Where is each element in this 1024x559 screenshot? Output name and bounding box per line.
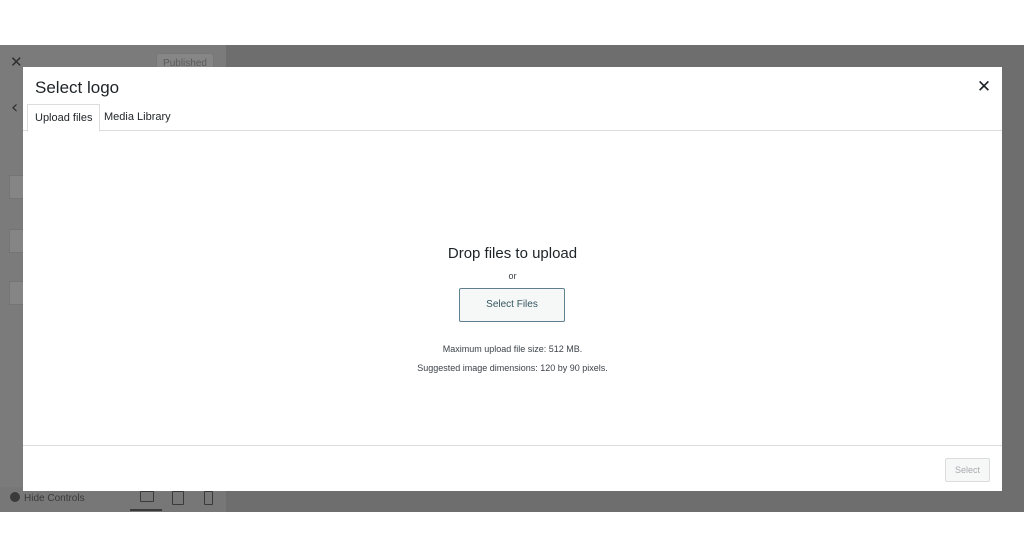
hide-controls-label: Hide Controls [24,493,85,504]
close-icon[interactable]: ✕ [974,77,994,97]
customizer-close-icon: ✕ [10,53,23,71]
max-upload-size-text: Maximum upload file size: 512 MB. [442,344,583,354]
mobile-preview-icon [204,491,213,505]
desktop-preview-icon [140,491,154,502]
modal-footer: Select [23,445,1002,492]
or-separator: or [508,271,517,281]
hide-controls-toggle: Hide Controls [10,492,85,504]
select-logo-modal: Select logo ✕ Upload files Media Library… [23,67,1002,491]
collapse-icon [10,492,20,502]
suggested-dimensions-text: Suggested image dimensions: 120 by 90 pi… [417,363,608,373]
drop-files-heading: Drop files to upload [447,245,578,262]
active-device-indicator [130,509,162,511]
back-chevron-icon: ‹ [11,97,19,118]
tab-upload-files[interactable]: Upload files [27,104,101,132]
modal-title: Select logo [35,78,120,97]
upload-dropzone[interactable]: Drop files to upload or Select Files Max… [23,131,1002,444]
select-button[interactable]: Select [945,458,990,482]
tablet-preview-icon [172,491,184,505]
tab-media-library[interactable]: Media Library [104,104,171,130]
media-tabs: Upload files Media Library [23,103,1002,132]
select-files-button[interactable]: Select Files [459,288,565,322]
